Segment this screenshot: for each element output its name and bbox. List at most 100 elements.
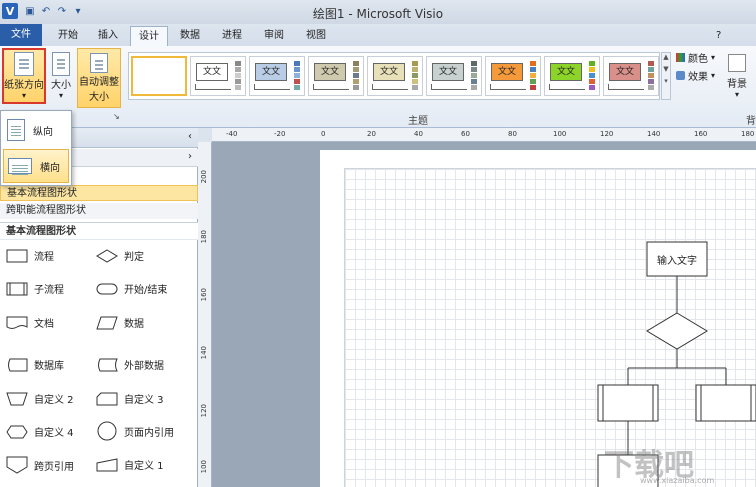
drawing-page[interactable]: 输入文字 [320, 150, 756, 487]
database-shape-icon [8, 358, 28, 371]
theme-4[interactable]: 文文 [367, 56, 423, 96]
theme-1[interactable]: 文文 [190, 56, 246, 96]
tab-review[interactable]: 审阅 [256, 26, 292, 46]
chevron-up-icon[interactable]: ▲ [662, 53, 670, 61]
shape-label: 自定义 1 [124, 461, 164, 472]
shape-data[interactable]: 数据 [96, 315, 144, 330]
tab-file[interactable]: 文件 [0, 24, 42, 46]
shape-custom-3[interactable]: 自定义 3 [96, 391, 164, 406]
theme-2[interactable]: 文文 [249, 56, 305, 96]
window-title: 绘图1 - Microsoft Visio [312, 7, 444, 21]
auto-size-label-1: 自动调整 [79, 77, 119, 88]
size-icon [52, 52, 70, 76]
tab-process[interactable]: 进程 [214, 26, 250, 46]
shape-off-page-reference[interactable]: 跨页引用 [6, 456, 74, 474]
shape-decision[interactable]: 判定 [96, 248, 144, 263]
themes-group-label: 主题 [408, 116, 428, 127]
more-icon[interactable]: ▾ [662, 77, 670, 85]
ruler-tick: 180 [741, 130, 755, 138]
background-label: 背景 [727, 79, 747, 90]
shape-custom-2[interactable]: 自定义 2 [6, 391, 74, 406]
theme-5[interactable]: 文文 [426, 56, 482, 96]
shape-label: 数据库 [34, 361, 64, 372]
decision-diamond[interactable] [646, 312, 708, 350]
chevron-down-icon[interactable]: ▼ [662, 65, 670, 73]
vertical-ruler: 200 180 160 140 120 100 [198, 142, 212, 487]
orientation-landscape[interactable]: 横向 [3, 149, 69, 183]
ribbon: 纸张方向 ▾ 大小 ▾ 自动调整 大小 文文 文文 文文 文文 文文 文文 文文… [0, 46, 756, 128]
custom-3-shape-icon [96, 392, 118, 405]
tab-data[interactable]: 数据 [172, 26, 208, 46]
tab-view[interactable]: 视图 [298, 26, 334, 46]
background-button[interactable]: 背景 ▾ [722, 50, 752, 102]
ruler-tick: -40 [226, 130, 238, 138]
ruler-tick: 0 [321, 130, 326, 138]
ruler-tick: 160 [694, 130, 708, 138]
shape-label: 跨页引用 [34, 461, 74, 473]
landscape-label: 横向 [40, 162, 60, 174]
theme-8[interactable]: 文文 [603, 56, 659, 96]
shape-custom-4[interactable]: 自定义 4 [6, 424, 74, 439]
horizontal-ruler: -40 -20 0 20 40 60 80 100 120 140 160 18… [212, 128, 756, 142]
portrait-label: 纵向 [33, 126, 53, 138]
dialog-launcher-icon[interactable]: ↘ [113, 112, 120, 121]
effects-label: 效果 [688, 72, 708, 83]
shape-label: 判定 [124, 252, 144, 263]
shape-external-data[interactable]: 外部数据 [96, 357, 164, 372]
shape-label: 自定义 3 [124, 395, 164, 406]
title-bar: V ▣ ↶ ↷ ▾ 绘图1 - Microsoft Visio [0, 0, 756, 24]
shape-database[interactable]: 数据库 [6, 357, 64, 372]
shape-label: 数据 [124, 319, 144, 330]
custom-1-shape-icon [96, 457, 118, 471]
drawing-canvas[interactable]: 输入文字 [212, 142, 756, 487]
shape-subprocess[interactable]: 子流程 [6, 281, 64, 296]
theme-none[interactable] [131, 56, 187, 96]
ruler-tick: 160 [200, 288, 208, 302]
decision-shape-icon [96, 248, 118, 263]
ruler-tick: 20 [367, 130, 376, 138]
size-label: 大小 [51, 80, 71, 91]
tab-home[interactable]: 开始 [50, 26, 86, 46]
subprocess-box[interactable] [695, 384, 756, 422]
watermark-url: www.xiazaiba.com [640, 476, 715, 485]
landscape-icon [8, 158, 32, 174]
auto-size-icon [90, 53, 108, 73]
shape-terminator[interactable]: 开始/结束 [96, 281, 167, 296]
subprocess-shape-icon [6, 282, 28, 295]
terminator-shape-icon [96, 283, 118, 294]
size-button[interactable]: 大小 ▾ [48, 48, 74, 104]
collapse-icon[interactable]: ‹ [188, 131, 192, 142]
theme-6[interactable]: 文文 [485, 56, 541, 96]
shape-label: 开始/结束 [124, 285, 168, 296]
ruler-tick: 100 [200, 460, 208, 474]
shape-process[interactable]: 流程 [6, 248, 54, 263]
flowchart [597, 241, 756, 487]
themes-scroll[interactable]: ▲ ▼ ▾ [661, 52, 671, 100]
stencil-basic-flowchart[interactable]: 基本流程图形状 [0, 185, 198, 201]
help-icon[interactable]: ? [712, 26, 725, 46]
shape-label: 自定义 2 [34, 395, 74, 406]
orientation-portrait[interactable]: 纵向 [3, 113, 69, 147]
process-text: 输入文字 [657, 255, 697, 267]
orientation-menu: 纵向 横向 [0, 110, 72, 186]
orientation-button[interactable]: 纸张方向 ▾ [2, 48, 46, 104]
chevron-down-icon: ▾ [21, 91, 26, 100]
theme-3[interactable]: 文文 [308, 56, 364, 96]
process-shape-icon [6, 249, 28, 262]
background-icon [728, 54, 746, 72]
stencil-cross-functional[interactable]: 跨职能流程图形状 [0, 203, 198, 219]
ruler-tick: 140 [200, 346, 208, 360]
theme-7[interactable]: 文文 [544, 56, 600, 96]
colors-button[interactable]: 颜色 ▾ [676, 50, 715, 65]
shape-custom-1[interactable]: 自定义 1 [96, 457, 164, 472]
shape-document[interactable]: 文档 [6, 315, 54, 330]
ribbon-tabs: 文件 开始 插入 设计 数据 进程 审阅 视图 ? [0, 24, 756, 46]
ruler-tick: 120 [200, 404, 208, 418]
tab-insert[interactable]: 插入 [90, 26, 126, 46]
shape-on-page-reference[interactable]: 页面内引用 [96, 421, 174, 441]
ruler-tick: 100 [553, 130, 567, 138]
auto-size-button[interactable]: 自动调整 大小 [77, 48, 121, 108]
subprocess-box[interactable] [597, 384, 659, 422]
tab-design[interactable]: 设计 [130, 26, 168, 46]
effects-button[interactable]: 效果 ▾ [676, 68, 715, 83]
